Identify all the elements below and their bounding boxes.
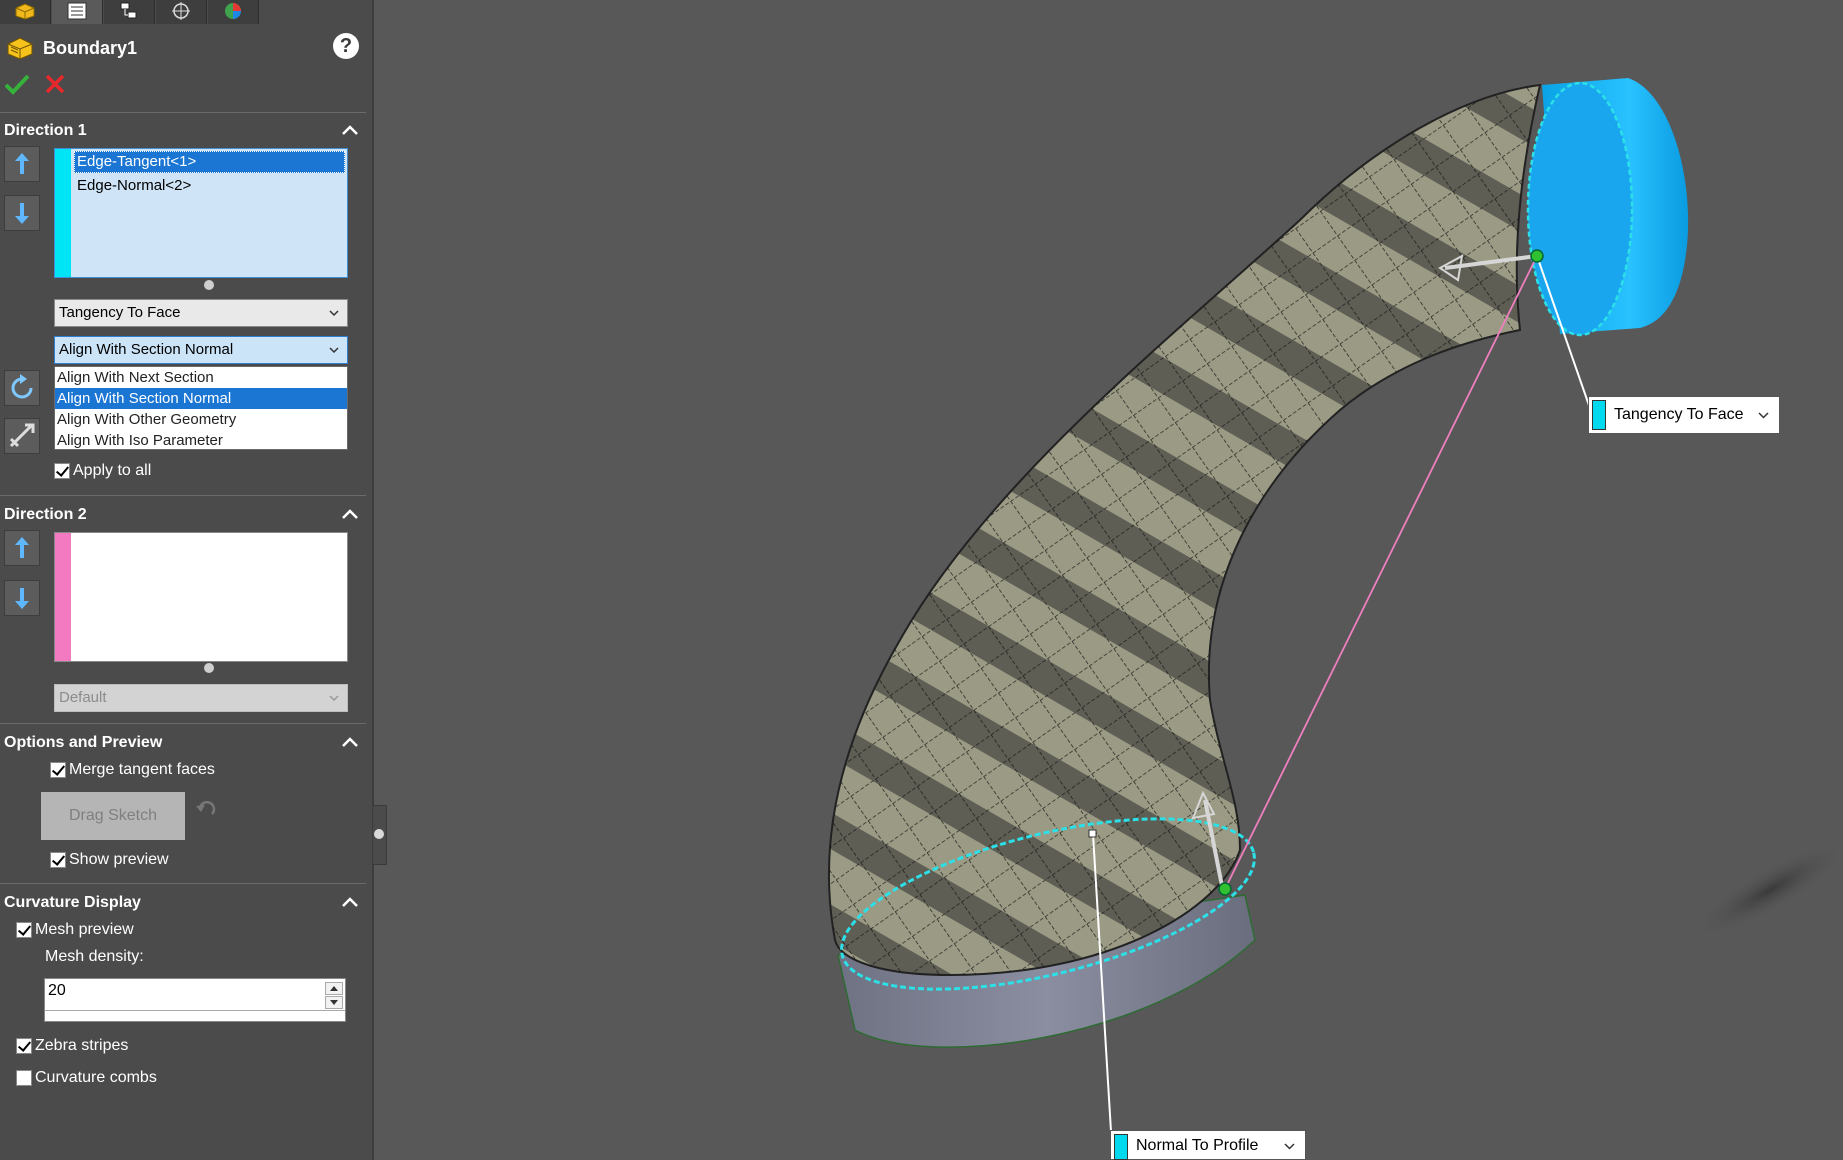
callout-label: Normal To Profile — [1136, 1137, 1259, 1154]
connector-handle[interactable] — [1530, 249, 1544, 263]
top-profile[interactable] — [1526, 81, 1634, 337]
normal-profile-callout[interactable]: Normal To Profile — [1110, 1130, 1306, 1160]
curvature-mesh — [828, 85, 1540, 975]
profile-point[interactable] — [1088, 829, 1097, 838]
graphics-viewport[interactable] — [0, 0, 1843, 1160]
tangency-callout[interactable]: Tangency To Face — [1588, 396, 1780, 434]
callout-color-strip — [1114, 1134, 1128, 1160]
callout-label: Tangency To Face — [1614, 406, 1744, 423]
callout-color-strip — [1592, 400, 1606, 430]
chevron-down-icon[interactable] — [1758, 411, 1769, 419]
chevron-down-icon[interactable] — [1284, 1142, 1295, 1150]
connector-handle[interactable] — [1218, 882, 1232, 896]
ground-shadow — [1691, 841, 1843, 939]
